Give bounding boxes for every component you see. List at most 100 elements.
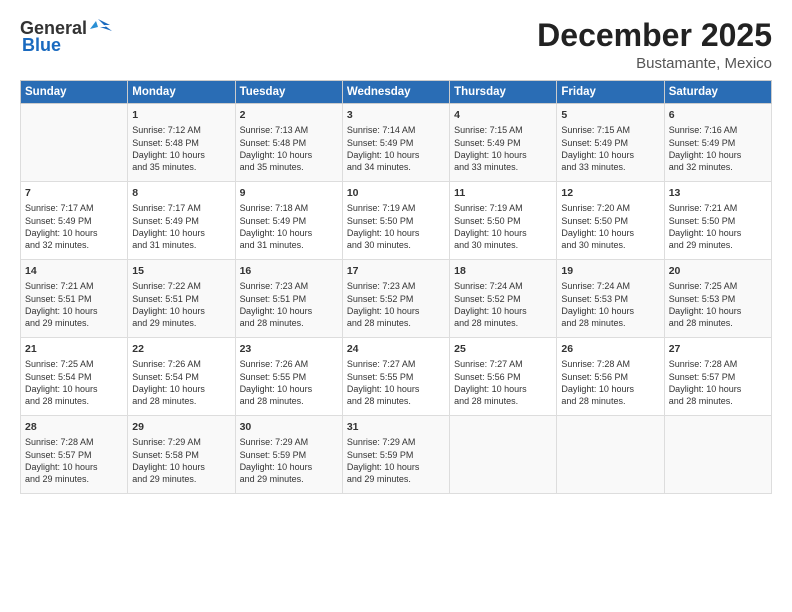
cell-info: Sunset: 5:56 PM [454,371,552,383]
cell-info: Daylight: 10 hours [561,305,659,317]
day-number: 17 [347,264,445,278]
cell-info: Daylight: 10 hours [132,461,230,473]
day-header-friday: Friday [557,81,664,104]
cell-info: Daylight: 10 hours [25,461,123,473]
cell-info: Daylight: 10 hours [347,227,445,239]
calendar-cell: 23Sunrise: 7:26 AMSunset: 5:55 PMDayligh… [235,338,342,416]
cell-info: Sunrise: 7:29 AM [132,436,230,448]
day-number: 10 [347,186,445,200]
cell-info: Daylight: 10 hours [25,227,123,239]
cell-info: Sunrise: 7:16 AM [669,124,767,136]
cell-info: Daylight: 10 hours [454,227,552,239]
cell-info: Sunset: 5:50 PM [561,215,659,227]
cell-info: Daylight: 10 hours [25,305,123,317]
cell-info: Daylight: 10 hours [454,149,552,161]
cell-info: Sunset: 5:55 PM [240,371,338,383]
cell-info: Daylight: 10 hours [25,383,123,395]
calendar-cell: 17Sunrise: 7:23 AMSunset: 5:52 PMDayligh… [342,260,449,338]
calendar-cell [21,104,128,182]
cell-info: Daylight: 10 hours [347,461,445,473]
cell-info: Sunrise: 7:17 AM [25,202,123,214]
calendar-table: SundayMondayTuesdayWednesdayThursdayFrid… [20,80,772,494]
day-number: 26 [561,342,659,356]
day-number: 20 [669,264,767,278]
day-number: 15 [132,264,230,278]
cell-info: and 28 minutes. [669,395,767,407]
cell-info: Daylight: 10 hours [132,383,230,395]
day-number: 12 [561,186,659,200]
cell-info: Daylight: 10 hours [669,305,767,317]
day-number: 22 [132,342,230,356]
cell-info: Sunrise: 7:17 AM [132,202,230,214]
day-header-monday: Monday [128,81,235,104]
week-row-2: 7Sunrise: 7:17 AMSunset: 5:49 PMDaylight… [21,182,772,260]
logo-blue-text: Blue [22,35,61,56]
day-number: 9 [240,186,338,200]
cell-info: and 32 minutes. [25,239,123,251]
calendar-cell: 22Sunrise: 7:26 AMSunset: 5:54 PMDayligh… [128,338,235,416]
cell-info: Sunrise: 7:29 AM [240,436,338,448]
cell-info: Sunrise: 7:20 AM [561,202,659,214]
day-header-sunday: Sunday [21,81,128,104]
cell-info: and 28 minutes. [240,317,338,329]
cell-info: Sunset: 5:50 PM [454,215,552,227]
day-number: 2 [240,108,338,122]
day-number: 21 [25,342,123,356]
cell-info: Sunrise: 7:14 AM [347,124,445,136]
calendar-cell: 28Sunrise: 7:28 AMSunset: 5:57 PMDayligh… [21,416,128,494]
calendar-cell: 31Sunrise: 7:29 AMSunset: 5:59 PMDayligh… [342,416,449,494]
day-number: 4 [454,108,552,122]
cell-info: Sunrise: 7:21 AM [25,280,123,292]
cell-info: Daylight: 10 hours [669,149,767,161]
week-row-5: 28Sunrise: 7:28 AMSunset: 5:57 PMDayligh… [21,416,772,494]
calendar-cell: 7Sunrise: 7:17 AMSunset: 5:49 PMDaylight… [21,182,128,260]
cell-info: Sunset: 5:53 PM [561,293,659,305]
main-title: December 2025 [537,18,772,53]
cell-info: Sunset: 5:56 PM [561,371,659,383]
calendar-cell [450,416,557,494]
logo: General Blue [20,18,114,56]
cell-info: Sunrise: 7:22 AM [132,280,230,292]
day-number: 11 [454,186,552,200]
cell-info: and 29 minutes. [132,317,230,329]
calendar-cell: 12 Sunrise: 7:20 AMSunset: 5:50 PMDayligh… [557,182,664,260]
cell-info: and 29 minutes. [25,317,123,329]
logo-bird-icon [90,17,114,37]
cell-info: Sunset: 5:52 PM [347,293,445,305]
cell-info: Sunset: 5:59 PM [240,449,338,461]
subtitle: Bustamante, Mexico [537,55,772,72]
calendar-cell: 29 Sunrise: 7:29 AMSunset: 5:58 PMDayligh… [128,416,235,494]
cell-info: Sunrise: 7:21 AM [669,202,767,214]
cell-info: Daylight: 10 hours [561,227,659,239]
cell-info: Sunrise: 7:12 AM [132,124,230,136]
day-header-tuesday: Tuesday [235,81,342,104]
cell-info: Sunset: 5:58 PM [132,449,230,461]
cell-info: Daylight: 10 hours [561,383,659,395]
cell-info: Sunset: 5:50 PM [347,215,445,227]
day-number: 27 [669,342,767,356]
cell-info: and 28 minutes. [25,395,123,407]
day-number: 30 [240,420,338,434]
cell-info: and 29 minutes. [669,239,767,251]
week-row-1: 1Sunrise: 7:12 AMSunset: 5:48 PMDaylight… [21,104,772,182]
header: General Blue December 2025 Bustamante, M… [20,18,772,72]
cell-info: Sunrise: 7:18 AM [240,202,338,214]
calendar-cell [664,416,771,494]
calendar-cell: 9Sunrise: 7:18 AMSunset: 5:49 PMDaylight… [235,182,342,260]
calendar-cell: 20Sunrise: 7:25 AMSunset: 5:53 PMDayligh… [664,260,771,338]
cell-info: and 29 minutes. [132,473,230,485]
day-number: 8 [132,186,230,200]
calendar-cell: 30Sunrise: 7:29 AMSunset: 5:59 PMDayligh… [235,416,342,494]
header-row: SundayMondayTuesdayWednesdayThursdayFrid… [21,81,772,104]
calendar-cell: 26Sunrise: 7:28 AMSunset: 5:56 PMDayligh… [557,338,664,416]
day-header-thursday: Thursday [450,81,557,104]
cell-info: Sunset: 5:49 PM [25,215,123,227]
day-number: 29 [132,420,230,434]
cell-info: Daylight: 10 hours [454,383,552,395]
cell-info: and 30 minutes. [347,239,445,251]
calendar-cell: 11Sunrise: 7:19 AMSunset: 5:50 PMDayligh… [450,182,557,260]
cell-info: Sunset: 5:51 PM [25,293,123,305]
cell-info: Daylight: 10 hours [347,149,445,161]
cell-info: Sunrise: 7:19 AM [347,202,445,214]
cell-info: Sunrise: 7:25 AM [25,358,123,370]
